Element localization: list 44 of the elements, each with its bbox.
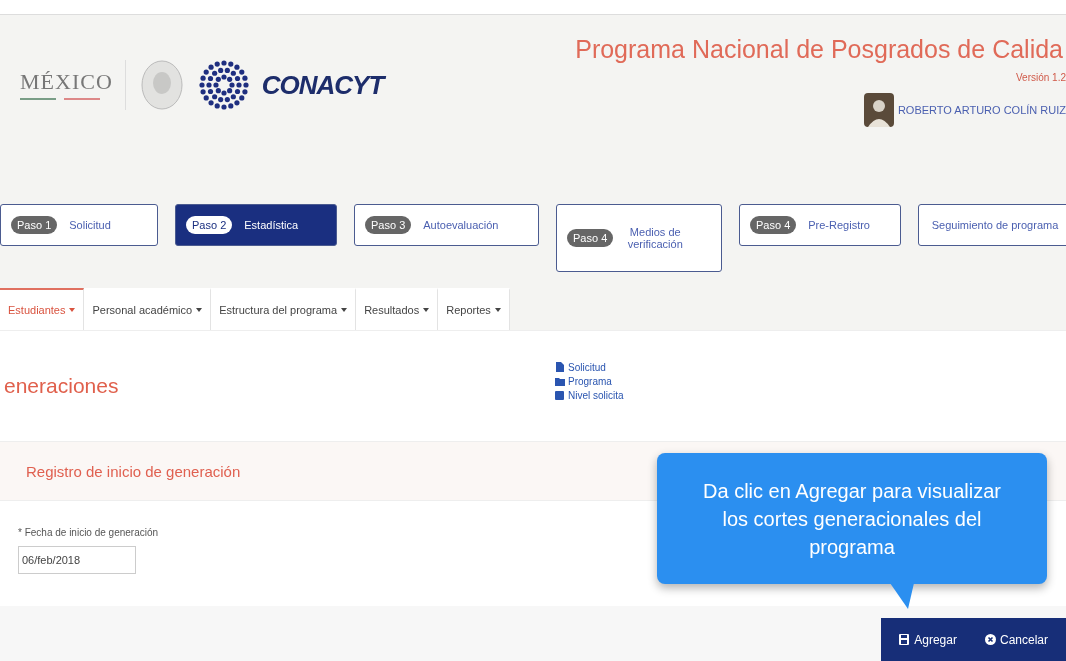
menu-tab[interactable]: Personal académico	[84, 288, 212, 330]
link[interactable]: Programa	[568, 375, 612, 387]
menu-tab[interactable]: Estructura del programa	[211, 288, 357, 330]
panel-title: Registro de inicio de generación	[26, 462, 241, 480]
caret-icon	[494, 308, 501, 312]
step-tab[interactable]: Paso 3 Autoevaluación	[354, 204, 539, 246]
cancel-button[interactable]: Cancelar	[984, 632, 1048, 647]
cancel-icon	[984, 634, 996, 645]
square-icon	[555, 390, 565, 400]
stripes-icon	[20, 97, 100, 102]
dotted-circle-logo-icon	[197, 59, 250, 111]
section-title: eneraciones	[3, 374, 120, 398]
caret-icon	[69, 308, 76, 312]
date-field[interactable]: 06/feb/2018	[18, 546, 136, 574]
save-icon	[899, 634, 911, 645]
field-label: * Fecha de inicio de generación	[18, 527, 159, 538]
link[interactable]: Nivel solicita	[568, 389, 624, 401]
step-badge: Paso 4	[567, 229, 614, 247]
mexico-logo-text: MÉXICO	[20, 68, 113, 95]
caret-icon	[341, 308, 348, 312]
avatar-icon	[863, 93, 894, 127]
caret-icon	[423, 308, 430, 312]
step-tab[interactable]: Paso 4 Pre-Registro	[739, 204, 901, 246]
brand-name: CONACYT	[261, 69, 384, 101]
tooltip: Da clic en Agregar para visualizar los cortes generacionales del programa	[657, 453, 1047, 584]
step-badge: Paso 1	[11, 216, 58, 234]
step-tab[interactable]: Paso 2 Estadística	[175, 204, 337, 246]
menu-tab[interactable]: Estudiantes	[0, 288, 85, 330]
step-tab[interactable]: Seguimiento de programa	[918, 204, 1066, 246]
menu-tab[interactable]: Reportes	[438, 288, 510, 330]
add-button[interactable]: Agregar	[899, 632, 957, 647]
menu-tab[interactable]: Resultados	[356, 288, 439, 330]
link[interactable]: Solicitud	[568, 361, 606, 373]
version-text: Versión 1.2	[1015, 72, 1066, 83]
page-title: Programa Nacional de Posgrados de Calida	[575, 35, 1063, 64]
caret-icon	[196, 308, 203, 312]
step-tab[interactable]: Paso 4 Medios de verificación	[556, 204, 722, 272]
user-name[interactable]: ROBERTO ARTURO COLÍN RUIZ	[897, 104, 1066, 116]
folder-icon	[555, 376, 565, 386]
file-icon	[555, 362, 565, 372]
step-tab[interactable]: Paso 1 Solicitud	[0, 204, 158, 246]
step-badge: Paso 4	[750, 216, 797, 234]
step-badge: Paso 2	[186, 216, 233, 234]
step-badge: Paso 3	[365, 216, 412, 234]
